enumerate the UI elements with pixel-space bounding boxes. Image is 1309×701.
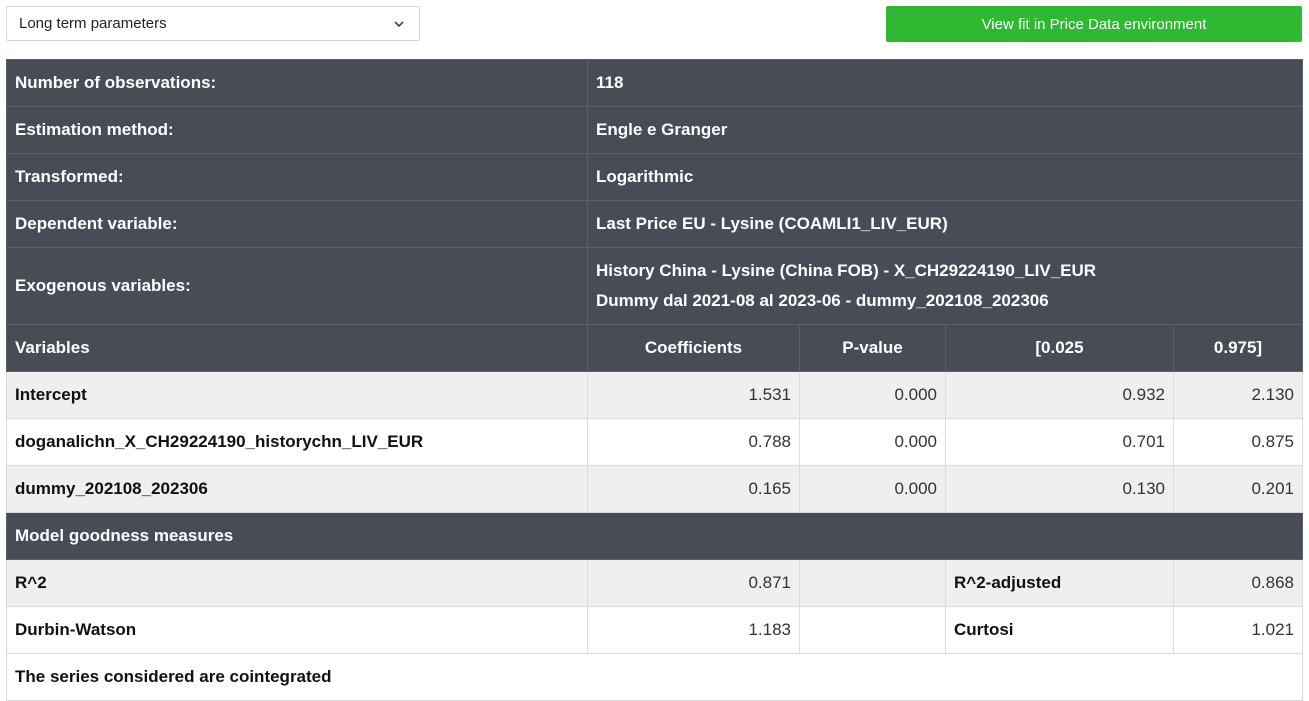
- goodness-header-row: Model goodness measures: [6, 512, 1303, 560]
- empty-cell: [799, 559, 946, 607]
- goodness-title: Model goodness measures: [6, 512, 1303, 560]
- ci-low: 0.701: [945, 418, 1174, 466]
- table-row: doganalichn_X_CH29224190_historychn_LIV_…: [6, 418, 1303, 466]
- parameters-select-value: Long term parameters: [19, 15, 167, 32]
- table-row: dummy_202108_202306 0.165 0.000 0.130 0.…: [6, 465, 1303, 513]
- coefficient: 1.531: [587, 371, 800, 419]
- header-pvalue: P-value: [799, 324, 946, 372]
- ci-low: 0.130: [945, 465, 1174, 513]
- r2-adjusted-value: 0.868: [1173, 559, 1303, 607]
- pvalue: 0.000: [799, 465, 946, 513]
- durbin-watson-label: Durbin-Watson: [6, 606, 588, 654]
- header-coefficients: Coefficients: [587, 324, 800, 372]
- method-value: Engle e Granger: [587, 106, 1303, 154]
- ci-high: 0.201: [1173, 465, 1303, 513]
- variable-name: Intercept: [6, 371, 588, 419]
- method-label: Estimation method:: [6, 106, 588, 154]
- variable-name: dummy_202108_202306: [6, 465, 588, 513]
- dependent-value: Last Price EU - Lysine (COAMLI1_LIV_EUR): [587, 200, 1303, 248]
- observations-value: 118: [587, 59, 1303, 107]
- r2-value: 0.871: [587, 559, 800, 607]
- cointegration-conclusion: The series considered are cointegrated: [6, 653, 1303, 701]
- dependent-row: Dependent variable: Last Price EU - Lysi…: [6, 200, 1303, 248]
- ci-high: 2.130: [1173, 371, 1303, 419]
- durbin-watson-value: 1.183: [587, 606, 800, 654]
- exogenous-value: History China - Lysine (China FOB) - X_C…: [596, 261, 1097, 280]
- exogenous-label: Exogenous variables:: [6, 247, 588, 325]
- header-ci-high: 0.975]: [1173, 324, 1303, 372]
- exogenous-value: Dummy dal 2021-08 al 2023-06 - dummy_202…: [596, 291, 1049, 310]
- chevron-down-icon: [394, 21, 404, 28]
- pvalue: 0.000: [799, 371, 946, 419]
- variable-name: doganalichn_X_CH29224190_historychn_LIV_…: [6, 418, 588, 466]
- coefficient: 0.165: [587, 465, 800, 513]
- method-row: Estimation method: Engle e Granger: [6, 106, 1303, 154]
- curtosi-value: 1.021: [1173, 606, 1303, 654]
- view-fit-button[interactable]: View fit in Price Data environment: [886, 6, 1302, 42]
- r2-label: R^2: [6, 559, 588, 607]
- coefficient: 0.788: [587, 418, 800, 466]
- ci-high: 0.875: [1173, 418, 1303, 466]
- observations-row: Number of observations: 118: [6, 59, 1303, 107]
- r2-row: R^2 0.871 R^2-adjusted 0.868: [6, 559, 1303, 607]
- header-variables: Variables: [6, 324, 588, 372]
- observations-label: Number of observations:: [6, 59, 588, 107]
- exogenous-row: Exogenous variables: History China - Lys…: [6, 247, 1303, 325]
- dependent-label: Dependent variable:: [6, 200, 588, 248]
- exogenous-values: History China - Lysine (China FOB) - X_C…: [587, 247, 1303, 325]
- ci-low: 0.932: [945, 371, 1174, 419]
- curtosi-label: Curtosi: [945, 606, 1174, 654]
- empty-cell: [799, 606, 946, 654]
- transformed-value: Logarithmic: [587, 153, 1303, 201]
- conclusion-row: The series considered are cointegrated: [6, 653, 1303, 701]
- r2-adjusted-label: R^2-adjusted: [945, 559, 1174, 607]
- toolbar: Long term parameters View fit in Price D…: [0, 0, 1309, 50]
- transformed-row: Transformed: Logarithmic: [6, 153, 1303, 201]
- transformed-label: Transformed:: [6, 153, 588, 201]
- header-ci-low: [0.025: [945, 324, 1174, 372]
- variables-header-row: Variables Coefficients P-value [0.025 0.…: [6, 324, 1303, 372]
- model-results-table: Number of observations: 118 Estimation m…: [6, 59, 1303, 701]
- dw-row: Durbin-Watson 1.183 Curtosi 1.021: [6, 606, 1303, 654]
- pvalue: 0.000: [799, 418, 946, 466]
- table-row: Intercept 1.531 0.000 0.932 2.130: [6, 371, 1303, 419]
- parameters-select[interactable]: Long term parameters: [6, 6, 420, 41]
